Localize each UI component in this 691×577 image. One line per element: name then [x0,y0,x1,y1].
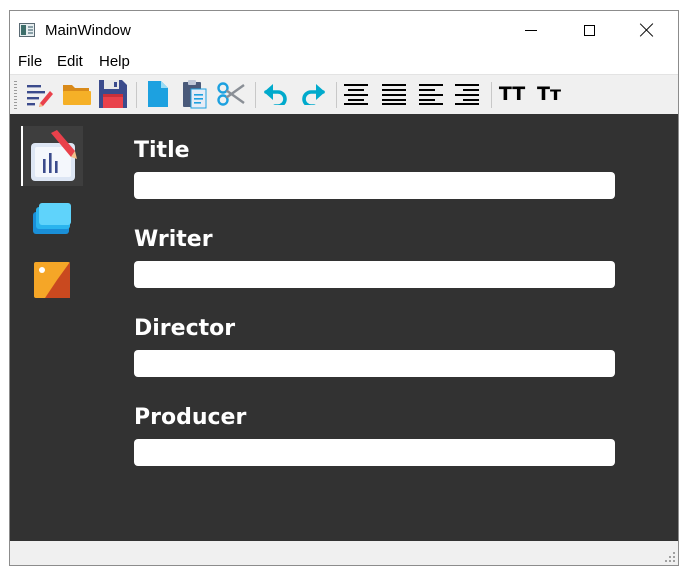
uppercase-icon: TT [498,83,526,105]
cards-stack-icon [33,203,71,234]
edit-document-button[interactable] [25,79,55,109]
writer-label: Writer [134,227,213,252]
align-center-icon [344,84,368,105]
menu-help[interactable]: Help [99,53,130,70]
writer-input[interactable] [134,261,615,288]
open-folder-icon [63,85,91,105]
producer-input[interactable] [134,439,615,466]
window-title: MainWindow [45,22,131,39]
new-file-button[interactable] [143,79,173,109]
new-file-icon [148,81,168,107]
align-justify-icon [382,84,406,105]
title-bar: MainWindow [10,11,678,49]
align-right-icon [455,84,479,105]
uppercase-button[interactable]: TT [497,79,527,109]
cut-icon [217,82,245,106]
maximize-icon [583,24,595,36]
edit-document-icon [27,85,53,107]
director-label: Director [134,316,236,341]
align-left-button[interactable] [416,79,446,109]
cut-button[interactable] [216,79,246,109]
align-left-icon [419,84,443,105]
image-tag-icon [34,262,70,298]
app-window-icon [19,23,35,37]
undo-button[interactable] [261,79,291,109]
close-icon [640,23,654,37]
redo-button[interactable] [298,79,328,109]
paste-button[interactable] [180,79,210,109]
maximize-button[interactable] [560,11,618,49]
small-caps-button[interactable]: Tт [534,79,564,109]
menu-edit[interactable]: Edit [57,53,83,70]
producer-label: Producer [134,405,247,430]
align-justify-button[interactable] [379,79,409,109]
save-button[interactable] [98,79,128,109]
edit-board-icon [31,130,77,181]
redo-icon [302,84,325,105]
undo-icon [264,84,287,105]
paste-icon [183,80,207,109]
minimize-icon [525,29,537,31]
small-caps-icon: Tт [537,83,561,105]
close-button[interactable] [618,11,676,49]
status-bar [10,541,678,565]
toolbar: TT Tт [10,74,678,114]
sidebar-item-edit[interactable] [21,126,83,186]
toolbar-grip[interactable] [14,81,17,109]
align-center-button[interactable] [341,79,371,109]
save-icon [99,80,127,108]
sidebar-item-image[interactable] [21,250,83,310]
director-input[interactable] [134,350,615,377]
sidebar-item-cards[interactable] [21,190,83,250]
main-window: MainWindow File Edit Help TT Tт Title Wr… [9,10,679,566]
central-widget: Title Writer Director Producer [10,114,678,541]
title-input[interactable] [134,172,615,199]
open-folder-button[interactable] [62,79,92,109]
menu-file[interactable]: File [18,53,42,70]
minimize-button[interactable] [502,11,560,49]
toolbar-separator [336,82,337,108]
menu-bar: File Edit Help [10,49,678,74]
toolbar-separator [136,82,137,108]
title-label: Title [134,138,190,163]
size-grip[interactable] [665,552,675,562]
align-right-button[interactable] [452,79,482,109]
toolbar-separator [255,82,256,108]
toolbar-separator [491,82,492,108]
